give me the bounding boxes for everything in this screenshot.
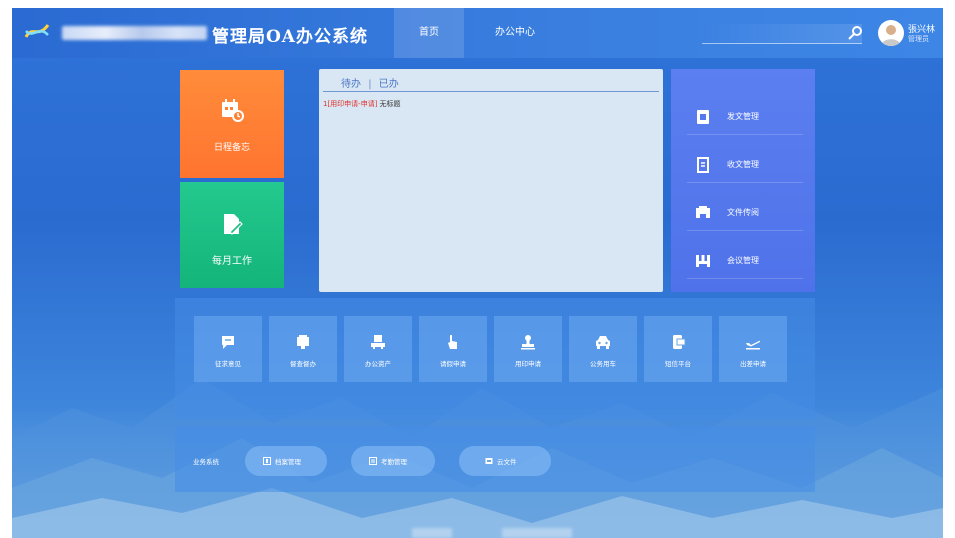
attendance-icon bbox=[369, 457, 377, 465]
app-label: 督查督办 bbox=[290, 360, 316, 368]
app-window: 管理局OA办公系统 首页 办公中心 張兴林 管理员 日程备忘 每月工作 待办 |… bbox=[12, 8, 943, 538]
supervise-icon bbox=[297, 335, 309, 349]
redacted-org-name bbox=[62, 26, 207, 40]
power-icon[interactable] bbox=[942, 22, 943, 42]
app-title: 管理局OA办公系统 bbox=[212, 27, 368, 47]
avatar[interactable] bbox=[878, 20, 904, 46]
app-business-trip[interactable]: 出差申请 bbox=[719, 316, 787, 382]
app-label: 征求意见 bbox=[215, 360, 241, 368]
app-official-car[interactable]: 公务用车 bbox=[569, 316, 637, 382]
tab-separator: | bbox=[368, 79, 372, 90]
avatar-icon bbox=[881, 25, 901, 46]
menu-label: 收文管理 bbox=[727, 160, 759, 169]
todo-tab-bar: 待办 | 已办 bbox=[341, 75, 399, 90]
todo-item-tag: 1[用印申请-申请] bbox=[323, 100, 378, 108]
app-supervision[interactable]: 督查督办 bbox=[269, 316, 337, 382]
menu-label: 文件传阅 bbox=[727, 208, 759, 217]
app-label: 公务用车 bbox=[590, 360, 616, 368]
menu-label: 会议管理 bbox=[727, 256, 759, 265]
app-office-assets[interactable]: 办公资产 bbox=[344, 316, 412, 382]
redacted-footer-left bbox=[412, 528, 452, 538]
nav-tab-office-center[interactable]: 办公中心 bbox=[480, 8, 550, 58]
nav-tab-home[interactable]: 首页 bbox=[394, 8, 464, 58]
schedule-memo-label: 日程备忘 bbox=[213, 143, 250, 153]
sms-icon bbox=[673, 335, 686, 349]
cloud-file-icon bbox=[485, 458, 493, 464]
app-leave-request[interactable]: 请假申请 bbox=[419, 316, 487, 382]
document-management-panel: 发文管理 收文管理 文件传阅 会议管理 bbox=[671, 69, 815, 292]
biz-label: 档案管理 bbox=[275, 458, 301, 466]
app-label: 用印申请 bbox=[515, 360, 541, 368]
app-sms-platform[interactable]: 短信平台 bbox=[644, 316, 712, 382]
top-header: 管理局OA办公系统 首页 办公中心 張兴林 管理员 bbox=[12, 8, 943, 58]
tab-done[interactable]: 已办 bbox=[379, 75, 399, 90]
app-seal-request[interactable]: 用印申请 bbox=[494, 316, 562, 382]
todo-panel: 待办 | 已办 1[用印申请-申请] 无标题 bbox=[319, 69, 663, 292]
menu-item-file-circulation[interactable]: 文件传阅 bbox=[687, 193, 803, 231]
document-edit-icon bbox=[224, 214, 243, 235]
business-systems-panel: 业务系统 档案管理 考勤管理 云文件 bbox=[175, 426, 815, 492]
biz-label: 考勤管理 bbox=[381, 458, 407, 466]
seal-icon bbox=[521, 335, 535, 350]
biz-attendance-button[interactable]: 考勤管理 bbox=[351, 446, 435, 476]
receipt-icon bbox=[697, 157, 709, 173]
app-solicit-opinions[interactable]: 征求意见 bbox=[194, 316, 262, 382]
biz-cloud-file-button[interactable]: 云文件 bbox=[459, 446, 551, 476]
tab-divider bbox=[323, 91, 659, 92]
monthly-work-tile[interactable]: 每月工作 bbox=[180, 182, 284, 288]
logo-icon bbox=[24, 24, 50, 38]
monthly-work-label: 每月工作 bbox=[212, 256, 252, 267]
schedule-memo-tile[interactable]: 日程备忘 bbox=[180, 70, 284, 178]
comment-icon bbox=[222, 336, 234, 349]
menu-item-incoming-docs[interactable]: 收文管理 bbox=[687, 145, 803, 183]
app-label: 办公资产 bbox=[365, 360, 391, 368]
car-icon bbox=[596, 336, 610, 349]
menu-item-meeting[interactable]: 会议管理 bbox=[687, 241, 803, 279]
tab-pending[interactable]: 待办 bbox=[341, 75, 361, 90]
plane-icon bbox=[746, 340, 761, 350]
biz-label: 云文件 bbox=[497, 458, 517, 466]
archive-icon bbox=[263, 457, 271, 465]
redacted-footer-right bbox=[502, 528, 572, 538]
asset-icon bbox=[371, 335, 385, 349]
search-icon[interactable] bbox=[847, 25, 863, 41]
app-label: 出差申请 bbox=[740, 360, 766, 368]
list-item[interactable]: 1[用印申请-申请] 无标题 bbox=[323, 99, 400, 109]
meeting-icon bbox=[696, 255, 710, 267]
leave-icon bbox=[448, 335, 457, 349]
calendar-icon bbox=[222, 99, 244, 122]
menu-item-outgoing-docs[interactable]: 发文管理 bbox=[687, 97, 803, 135]
business-systems-title: 业务系统 bbox=[193, 458, 219, 466]
search-input[interactable] bbox=[702, 24, 862, 44]
file-circulate-icon bbox=[696, 206, 710, 220]
menu-label: 发文管理 bbox=[727, 112, 759, 121]
document-icon bbox=[697, 110, 709, 124]
quick-apps-panel: 征求意见 督查督办 办公资产 请假申请 用印申请 公务用车 短信平台 出差申请 bbox=[175, 298, 815, 420]
app-label: 短信平台 bbox=[665, 360, 691, 368]
biz-archive-button[interactable]: 档案管理 bbox=[245, 446, 327, 476]
todo-item-title: 无标题 bbox=[379, 100, 401, 108]
user-role: 管理员 bbox=[908, 35, 929, 43]
app-label: 请假申请 bbox=[440, 360, 466, 368]
